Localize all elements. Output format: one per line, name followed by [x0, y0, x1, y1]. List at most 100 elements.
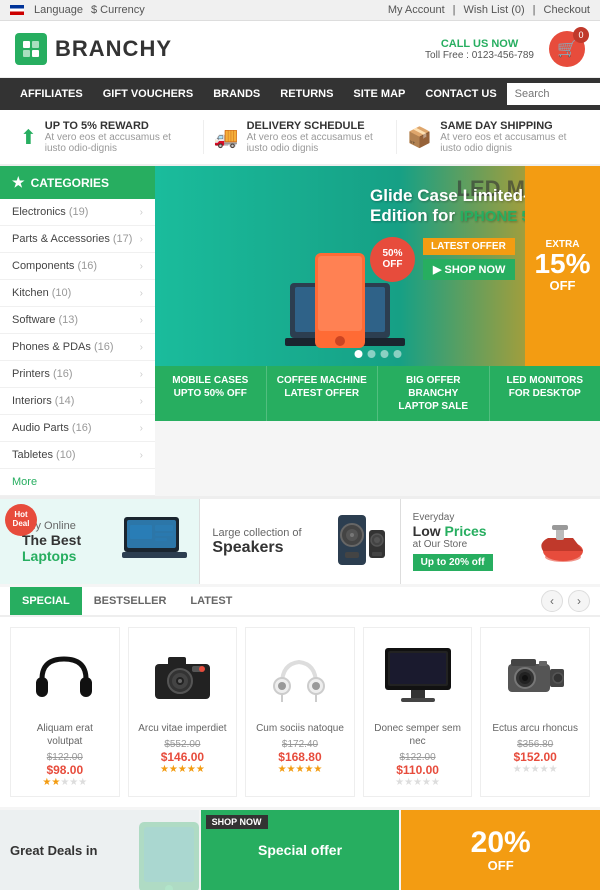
- logo[interactable]: BRANCHY: [15, 33, 172, 65]
- nav-item-returns[interactable]: Returns: [270, 78, 343, 110]
- bottom-promo-deals[interactable]: Great Deals in: [0, 810, 199, 890]
- bottom-promo-special[interactable]: SHOP NOW Special offer: [201, 810, 400, 890]
- product-card-headphones[interactable]: Aliquam erat volutpat $122.00 $98.00 ★★★…: [10, 627, 120, 797]
- price-old-4: $356.80: [489, 739, 581, 750]
- sidebar-item-3[interactable]: Kitchen (10)›: [0, 280, 155, 307]
- stars-2: ★★★★★: [254, 764, 346, 775]
- promo-laptops[interactable]: HotDeal Buy Online The Best Laptops: [0, 499, 200, 584]
- product-img-camera: [137, 636, 229, 716]
- price-new-2: $168.80: [254, 750, 346, 764]
- sidebar-item-6[interactable]: Printers (16)›: [0, 361, 155, 388]
- tablet-bg-image: [134, 817, 199, 890]
- dot-3[interactable]: [380, 350, 388, 358]
- product-card-camera[interactable]: Arcu vitae imperdiet $552.00 $146.00 ★★★…: [128, 627, 238, 797]
- reward-subtitle: At vero eos et accusamus et iusto odio-d…: [45, 132, 193, 154]
- laptops-text: Buy Online The Best Laptops: [22, 520, 122, 564]
- cat-strip-coffee[interactable]: COFFEE MACHINE Latest Offer: [267, 366, 379, 421]
- hero-discount-badge: 50% OFF: [370, 237, 415, 282]
- sidebar-item-9[interactable]: Tabletes (10)›: [0, 442, 155, 469]
- low-text: Low Prices: [413, 523, 493, 539]
- strip-sub-4: for Desktop: [494, 387, 597, 400]
- nav-item-gift-vouchers[interactable]: Gift Vouchers: [93, 78, 203, 110]
- logo-text: BRANCHY: [55, 36, 172, 62]
- product-name-2: Cum sociis natoque: [254, 722, 346, 735]
- stars-4: ★★★★★: [489, 764, 581, 775]
- laptops-label: Laptops: [22, 548, 76, 564]
- features-bar: ⬆ UP TO 5% REWARD At vero eos et accusam…: [0, 110, 600, 166]
- tab-bestseller[interactable]: Bestseller: [82, 587, 179, 615]
- search-input[interactable]: [507, 83, 600, 105]
- tab-special[interactable]: Special: [10, 587, 82, 615]
- header: BRANCHY CALL US NOW Toll Free : 0123-456…: [0, 21, 600, 78]
- cart-button[interactable]: 🛒 0: [549, 31, 585, 67]
- sidebar-item-0[interactable]: Electronics (19)›: [0, 199, 155, 226]
- tab-next-button[interactable]: ›: [568, 590, 590, 612]
- discount-pct: 50%: [382, 248, 402, 259]
- nav-item-brands[interactable]: Brands: [203, 78, 270, 110]
- category-strips: MOBILE CASES Upto 50% off COFFEE MACHINE…: [155, 366, 600, 421]
- nav-item-contact-us[interactable]: Contact Us: [415, 78, 506, 110]
- stars-1: ★★★★★: [137, 764, 229, 775]
- wishlist-link[interactable]: Wish List (0): [464, 4, 525, 16]
- product-name-3: Donec semper sem nec: [372, 722, 464, 748]
- product-img-headphones: [19, 636, 111, 716]
- nav-item-site-map[interactable]: Site Map: [343, 78, 415, 110]
- toll-free: Toll Free : 0123-456-789: [425, 50, 534, 61]
- stars-3: ★★★★★: [372, 777, 464, 788]
- cat-strip-laptop[interactable]: BIG OFFER BRANCHY Laptop Sale: [378, 366, 490, 421]
- shipping-subtitle: At vero eos et accusamus et iusto odio d…: [440, 132, 580, 154]
- cart-badge: 0: [573, 27, 589, 43]
- promo-speakers[interactable]: Large collection of Speakers: [200, 499, 400, 584]
- price-old-0: $122.00: [19, 752, 111, 763]
- product-img-monitor: [372, 636, 464, 716]
- cat-strip-mobile[interactable]: MOBILE CASES Upto 50% off: [155, 366, 267, 421]
- collection-text: Large collection of: [212, 527, 301, 539]
- tab-latest[interactable]: Latest: [178, 587, 244, 615]
- delivery-title: DELIVERY SCHEDULE: [247, 120, 387, 132]
- iron-visual: [528, 513, 588, 571]
- shipping-title: SAME DAY SHIPPING: [440, 120, 580, 132]
- price-new-0: $98.00: [19, 763, 111, 777]
- checkout-link[interactable]: Checkout: [544, 4, 590, 16]
- my-account-link[interactable]: My Account: [388, 4, 445, 16]
- hero-title-line2: Edition for: [370, 206, 460, 225]
- special-offer-text: Special offer: [258, 842, 342, 858]
- currency-select[interactable]: $ Currency: [91, 4, 145, 16]
- discount-pct-text: 20%: [471, 828, 531, 858]
- sidebar-item-4[interactable]: Software (13)›: [0, 307, 155, 334]
- the-best: The Best: [22, 532, 81, 548]
- hero-title-line1: Glide Case Limited-: [370, 186, 529, 205]
- star-icon: ★: [12, 174, 25, 191]
- upto-badge: Up to 20% off: [413, 554, 493, 571]
- laptop-visual: [122, 515, 187, 568]
- product-name-4: Ectus arcu rhoncus: [489, 722, 581, 735]
- sidebar-item-1[interactable]: Parts & Accessories (17)›: [0, 226, 155, 253]
- sidebar-item-8[interactable]: Audio Parts (16)›: [0, 415, 155, 442]
- shipping-icon: 📦: [407, 125, 432, 150]
- delivery-icon: 🚚: [214, 125, 239, 150]
- logo-icon: [15, 33, 47, 65]
- product-card-camcorder[interactable]: Ectus arcu rhoncus $356.80 $152.00 ★★★★★: [480, 627, 590, 797]
- product-card-monitor[interactable]: Donec semper sem nec $122.00 $110.00 ★★★…: [363, 627, 473, 797]
- promo-row: HotDeal Buy Online The Best Laptops Larg…: [0, 496, 600, 584]
- search-bar: SEARCH: [507, 83, 600, 105]
- dot-4[interactable]: [393, 350, 401, 358]
- bottom-promo-discount[interactable]: 20% OFF: [401, 810, 600, 890]
- sidebar-item-7[interactable]: Interiors (14)›: [0, 388, 155, 415]
- product-img-camcorder: [489, 636, 581, 716]
- tab-prev-button[interactable]: ‹: [541, 590, 563, 612]
- sidebar-item-2[interactable]: Components (16)›: [0, 253, 155, 280]
- hero-extra-panel: EXTRA 15% OFF: [525, 166, 600, 366]
- hero-banner: Glide Case Limited- Edition for IPHONE 5…: [155, 166, 600, 366]
- bottom-promo-row: Great Deals in SHOP NOW Special offer 20…: [0, 810, 600, 890]
- call-us: CALL US NOW Toll Free : 0123-456-789: [425, 38, 534, 61]
- product-card-earphones[interactable]: Cum sociis natoque $172.40 $168.80 ★★★★★: [245, 627, 355, 797]
- promo-prices[interactable]: Everyday Low Prices at Our Store Up to 2…: [401, 499, 600, 584]
- shop-now-button[interactable]: ▶ SHOP NOW: [423, 259, 515, 280]
- hot-deal-badge: HotDeal: [5, 504, 37, 536]
- nav-item-affiliates[interactable]: Affiliates: [10, 78, 93, 110]
- sidebar-more[interactable]: More: [0, 469, 155, 496]
- language-select[interactable]: Language: [34, 4, 83, 16]
- sidebar-item-5[interactable]: Phones & PDAs (16)›: [0, 334, 155, 361]
- cat-strip-led[interactable]: LED MONITORS for Desktop: [490, 366, 600, 421]
